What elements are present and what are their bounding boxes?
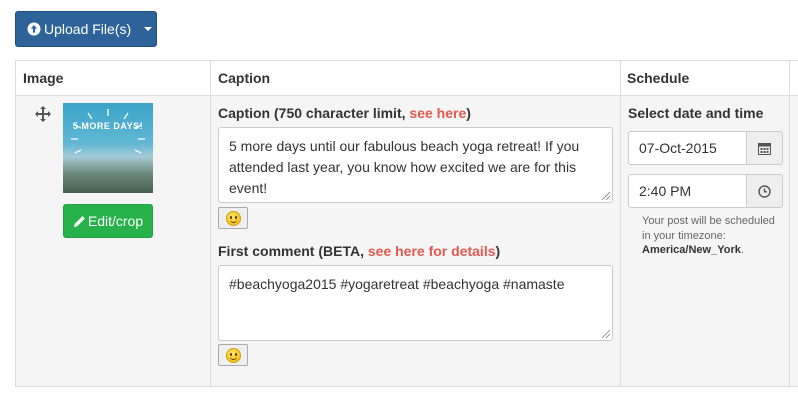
caption-see-here-link[interactable]: see here	[409, 105, 466, 121]
schedule-label: Select date and time	[628, 105, 764, 121]
caption-text: 5 more days until our fabulous beach yog…	[229, 138, 580, 196]
move-arrows-icon[interactable]	[35, 106, 51, 122]
post-thumbnail[interactable]: 5 MORE DAYS!	[63, 103, 153, 193]
upload-files-button[interactable]: Upload File(s)	[15, 11, 157, 47]
resize-grip-icon[interactable]	[602, 330, 610, 338]
pencil-icon	[73, 215, 86, 228]
header-caption: Caption	[218, 70, 271, 86]
caption-label: Caption (750 character limit, see here)	[218, 105, 471, 121]
caret-down-icon[interactable]	[144, 27, 153, 31]
smiley-icon	[225, 347, 241, 363]
clock-icon[interactable]	[747, 174, 783, 208]
first-comment-label: First comment (BETA, see here for detail…	[218, 243, 501, 259]
time-input[interactable]: 2:40 PM	[628, 174, 747, 208]
comment-see-here-link[interactable]: see here for details	[368, 243, 496, 259]
calendar-icon[interactable]	[747, 131, 783, 165]
upload-circle-icon	[27, 22, 41, 36]
date-input[interactable]: 07-Oct-2015	[628, 131, 747, 165]
caption-emoji-button[interactable]	[218, 207, 248, 229]
smiley-icon	[225, 210, 241, 226]
edit-crop-label: Edit/crop	[87, 213, 144, 229]
first-comment-text: #beachyoga2015 #yogaretreat #beachyoga #…	[229, 276, 565, 292]
upload-files-label: Upload File(s)	[44, 21, 132, 37]
edit-crop-button[interactable]: Edit/crop	[63, 204, 153, 238]
thumbnail-text: 5 MORE DAYS!	[72, 121, 144, 131]
header-schedule: Schedule	[627, 70, 690, 86]
resize-grip-icon[interactable]	[602, 192, 610, 200]
first-comment-textarea[interactable]: #beachyoga2015 #yogaretreat #beachyoga #…	[218, 265, 613, 341]
schedule-help-text: Your post will be scheduled in your time…	[642, 215, 775, 256]
timezone-value: America/New_York	[642, 244, 741, 256]
header-image: Image	[23, 70, 64, 86]
post-table: Image Caption Schedule 5 MORE DAYS! Edit…	[15, 60, 798, 387]
date-input-group: 07-Oct-2015	[628, 131, 783, 165]
comment-emoji-button[interactable]	[218, 344, 248, 366]
time-input-group: 2:40 PM	[628, 174, 783, 208]
caption-textarea[interactable]: 5 more days until our fabulous beach yog…	[218, 127, 613, 203]
